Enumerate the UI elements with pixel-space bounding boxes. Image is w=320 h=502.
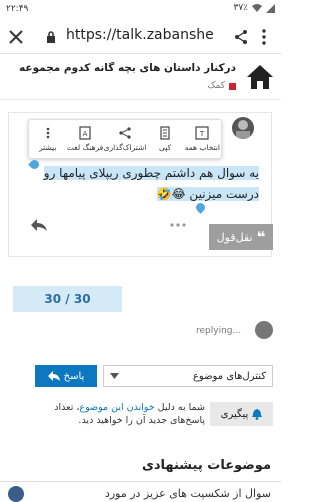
quote-label: نقل‌قول <box>216 230 253 244</box>
tracking-description: شما به دلیل خواندن این موضوع، تعداد پاسخ… <box>54 402 205 426</box>
svg-text:T: T <box>199 130 205 138</box>
text-selection-menu: بیشتر A فرهنگ لغت اشتراک‌گذاری کپی T انت… <box>28 119 222 159</box>
bell-icon <box>252 408 263 420</box>
topic-progress[interactable]: 30 / 30 <box>13 286 122 312</box>
dictionary-label: فرهنگ لغت <box>66 143 104 152</box>
dictionary-button[interactable]: A فرهنگ لغت <box>66 120 103 158</box>
more-dots-icon <box>46 127 49 139</box>
browser-url-bar: https://talk.zabanshe <box>0 20 281 54</box>
more-icon[interactable] <box>262 29 266 45</box>
tracking-button[interactable]: پیگیری <box>210 402 273 426</box>
status-time: ۲۲:۴۹ <box>6 4 29 14</box>
signal-icon <box>266 3 275 13</box>
more-label: بیشتر <box>38 143 57 152</box>
reply-label: پاسخ <box>63 370 85 382</box>
tracking-label: پیگیری <box>220 408 249 420</box>
topic-title[interactable]: درکنار داستان های بچه گانه کدوم مجموعه ر… <box>16 62 236 74</box>
url-text[interactable]: https://talk.zabanshe <box>66 27 226 43</box>
svg-text:A: A <box>83 130 88 138</box>
topic-header: درکنار داستان های بچه گانه کدوم مجموعه ر… <box>0 55 281 100</box>
quote-icon: ❝ <box>256 227 266 246</box>
suggested-topics-title: موضوعات پیشنهادی <box>141 458 271 473</box>
suggested-topic-title: سوال از شکسپت های عزیز در مورد <box>104 487 271 500</box>
list-item[interactable]: سوال از شکسپت های عزیز در مورد <box>0 481 281 502</box>
category-color-badge <box>229 82 236 90</box>
more-button[interactable]: بیشتر <box>29 120 66 158</box>
share-icon <box>119 127 131 139</box>
battery-text: ٣٧٪ <box>233 3 248 13</box>
select-all-button[interactable]: T انتخاب همه <box>184 120 221 158</box>
copy-icon <box>160 126 170 140</box>
reply-icon <box>47 371 60 381</box>
reply-button[interactable]: پاسخ <box>35 365 97 387</box>
close-icon[interactable] <box>8 29 24 45</box>
dictionary-icon: A <box>79 126 91 140</box>
post-selected-text: یه سوال هم داشتم چطوری ریپلای پیامها رو … <box>43 166 259 201</box>
status-bar: ۲۲:۴۹ ٣٧٪ <box>0 0 281 20</box>
category-label: کمک <box>207 81 225 91</box>
select-all-label: انتخاب همه <box>184 143 221 152</box>
share-icon[interactable] <box>234 29 248 45</box>
reading-topic-link[interactable]: خواندن این موضوع <box>79 402 154 413</box>
copy-button[interactable]: کپی <box>146 120 183 158</box>
share-label: اشتراک‌گذاری <box>103 143 147 152</box>
quote-button[interactable]: ❝ نقل‌قول <box>209 224 273 250</box>
topic-controls-label: کنترل‌های موضوع <box>192 370 266 382</box>
share-text-button[interactable]: اشتراک‌گذاری <box>103 120 147 158</box>
home-icon[interactable] <box>245 63 275 91</box>
topic-controls-dropdown[interactable]: کنترل‌های موضوع <box>103 365 273 387</box>
topic-category[interactable]: کمک <box>207 81 236 91</box>
avatar <box>255 321 273 339</box>
reply-arrow-icon[interactable] <box>30 218 48 232</box>
copy-label: کپی <box>158 143 172 152</box>
select-all-icon: T <box>195 126 209 140</box>
avatar[interactable] <box>232 117 254 139</box>
wifi-icon <box>252 3 262 12</box>
lock-icon <box>47 31 55 43</box>
replying-indicator: replying... <box>196 326 242 336</box>
chevron-down-icon <box>110 373 119 379</box>
more-actions-icon[interactable] <box>170 223 186 227</box>
post-body[interactable]: یه سوال هم داشتم چطوری ریپلای پیامها رو … <box>24 163 259 205</box>
